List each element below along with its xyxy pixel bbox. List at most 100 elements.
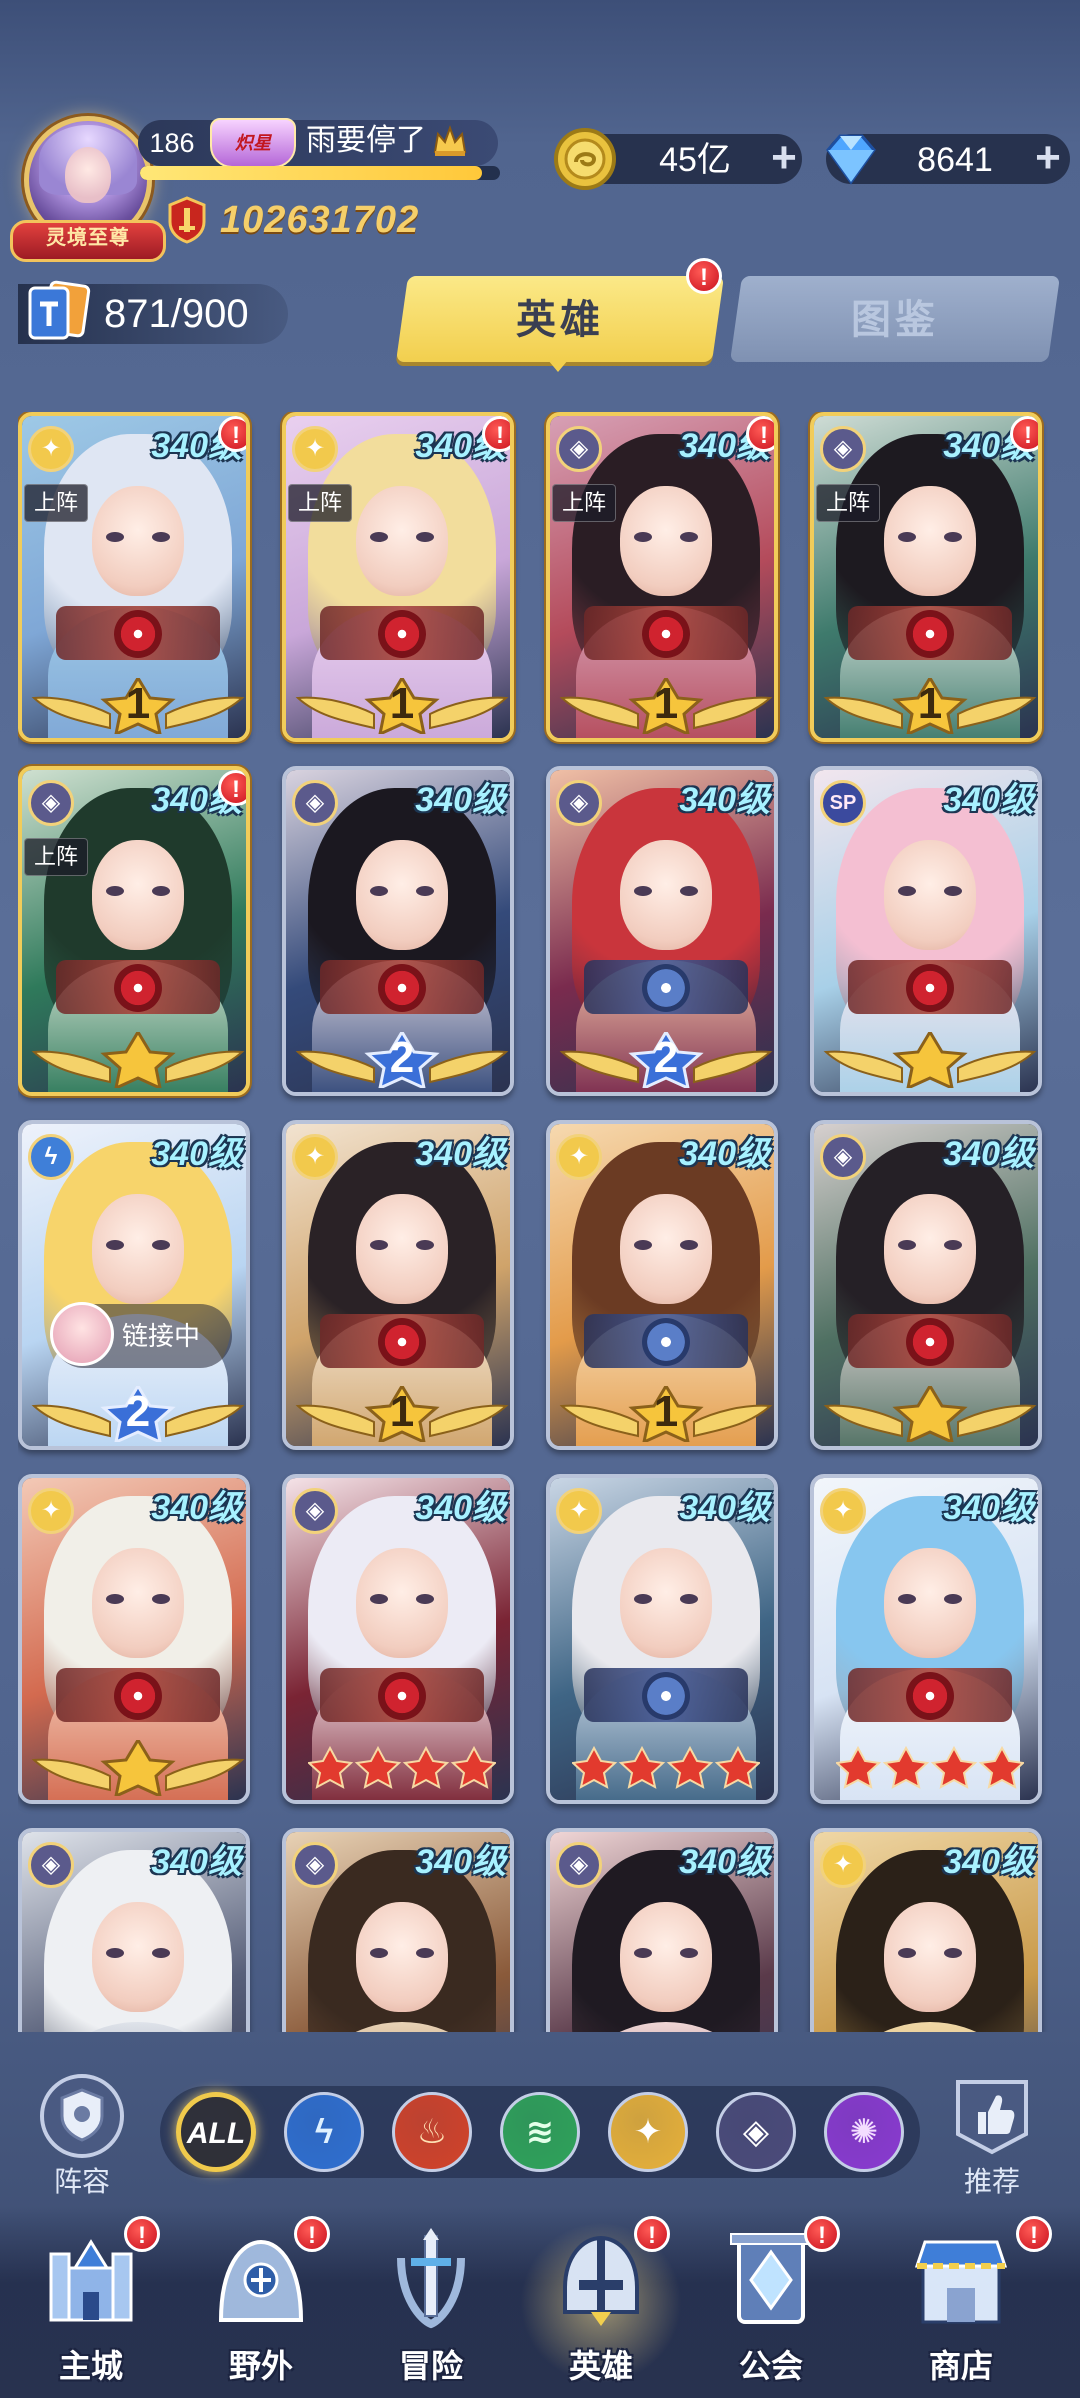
faction-filter-water-icon[interactable]: ϟ	[284, 2092, 364, 2172]
faction-crest-icon	[378, 964, 426, 1012]
star-count: 1	[389, 679, 415, 728]
red-star-icon	[882, 1746, 930, 1789]
faction-crest-icon	[378, 1672, 426, 1720]
hero-grid: ✦ 340级 上阵 1! ✦ 340级 上阵 1! ◈ 340级 上阵 1! ◈ 340级 上阵 1! ◈ 340…	[18, 412, 1062, 2032]
water-element-icon: ϟ	[28, 1134, 74, 1180]
player-level: 186	[149, 128, 195, 158]
hero-level: 340级	[679, 781, 770, 819]
hero-card[interactable]: ◈ 340级	[546, 1828, 778, 2032]
faction-crest-icon	[906, 610, 954, 658]
nav-guild[interactable]: 公会!	[696, 2216, 846, 2398]
hero-card[interactable]: ϟ 340级 链接中 2	[18, 1120, 250, 1450]
red-star-icon	[666, 1746, 714, 1789]
hero-card[interactable]: ◈ 340级	[282, 1828, 514, 2032]
nav-castle[interactable]: 主城!	[16, 2216, 166, 2398]
star-wings-icon	[31, 1032, 245, 1088]
faction-crest-icon	[642, 610, 690, 658]
star-count: 2	[125, 1387, 151, 1436]
star-count: 2	[653, 1033, 679, 1082]
hero-level: 340级	[415, 1135, 506, 1173]
hero-card[interactable]: ◈ 340级 上阵 1!	[810, 412, 1042, 742]
hero-card[interactable]: ✦ 340级	[810, 1474, 1042, 1804]
hero-level: 340级	[151, 1843, 242, 1881]
faction-crest-icon	[642, 964, 690, 1012]
faction-filter-light-icon[interactable]: ✦	[608, 2092, 688, 2172]
red-star-icon	[354, 1746, 402, 1789]
nav-label: 冒险	[398, 2348, 463, 2384]
faction-filter-void-icon[interactable]: ✺	[824, 2092, 904, 2172]
wilds-icon	[218, 2239, 304, 2322]
light-element-icon: ✦	[28, 426, 74, 472]
red-star-icon	[572, 1746, 618, 1789]
player-title-badge: 灵境至尊	[10, 220, 166, 262]
nav-shop[interactable]: 商店!	[886, 2216, 1052, 2398]
hero-level: 340级	[415, 781, 506, 819]
linked-hero-avatar	[50, 1302, 114, 1366]
faction-crest-icon	[114, 610, 162, 658]
nav-alert-badge: !	[1016, 2216, 1052, 2252]
add-gems-button[interactable]: +	[1026, 136, 1070, 182]
faction-filter-wind-icon[interactable]: ≋	[500, 2092, 580, 2172]
nav-wilds[interactable]: 野外!	[186, 2216, 336, 2398]
lineup-shield-icon[interactable]	[38, 2072, 126, 2160]
hero-card[interactable]: ✦ 340级 上阵 1!	[282, 412, 514, 742]
red-star-rating	[572, 1746, 760, 1789]
hero-level: 340级	[151, 1135, 242, 1173]
deployed-tag: 上阵	[552, 484, 616, 522]
star-count: 2	[389, 1033, 415, 1082]
nav-adventure[interactable]: 冒险	[356, 2228, 506, 2398]
hero-card[interactable]: ◈ 340级	[18, 1828, 250, 2032]
vip-badge[interactable]: 炽星	[210, 118, 296, 168]
dark-element-icon: ◈	[28, 780, 74, 826]
experience-fill	[140, 166, 482, 180]
lineup-label[interactable]: 阵容	[22, 2162, 142, 2202]
red-star-rating	[836, 1746, 1024, 1789]
hero-helmet-icon	[563, 2235, 639, 2326]
nav-label: 商店	[928, 2348, 993, 2384]
nav-label: 主城	[58, 2348, 123, 2384]
red-star-icon	[402, 1746, 450, 1789]
hero-card[interactable]: ✦ 340级 上阵 1!	[18, 412, 250, 742]
faction-crest-icon	[378, 1318, 426, 1366]
star-count: 1	[389, 1387, 415, 1436]
hero-alert-badge: !	[746, 416, 774, 452]
player-name: 雨要停了	[306, 124, 426, 157]
hero-card[interactable]: ✦ 340级	[546, 1474, 778, 1804]
hero-card[interactable]: ◈ 340级	[810, 1120, 1042, 1450]
dark-element-icon: ◈	[292, 1488, 338, 1534]
guild-icon	[730, 2233, 812, 2324]
dark-element-icon: ◈	[556, 1842, 602, 1888]
nav-alert-badge: !	[124, 2216, 160, 2252]
sp-element-icon: SP	[820, 780, 866, 826]
star-count: 1	[653, 1387, 679, 1436]
hero-card[interactable]: ◈ 340级 上阵 1!	[546, 412, 778, 742]
faction-filter-all[interactable]: ALL	[176, 2092, 256, 2172]
hero-card[interactable]: ◈ 340级 2	[546, 766, 778, 1096]
hero-alert-badge: !	[218, 770, 246, 806]
hero-level: 340级	[943, 781, 1034, 819]
deployed-tag: 上阵	[24, 838, 88, 876]
hero-card[interactable]: ◈ 340级	[282, 1474, 514, 1804]
hero-card[interactable]: ✦ 340级 1	[546, 1120, 778, 1450]
shop-icon	[914, 2240, 1008, 2324]
faction-filter-dark-icon[interactable]: ◈	[716, 2092, 796, 2172]
add-gold-button[interactable]: +	[762, 136, 806, 182]
hero-card[interactable]: SP 340级	[810, 766, 1042, 1096]
dark-element-icon: ◈	[556, 426, 602, 472]
player-avatar[interactable]: 灵境至尊	[10, 108, 166, 262]
hero-card[interactable]: ✦ 340级	[18, 1474, 250, 1804]
faction-crest-icon	[906, 1318, 954, 1366]
hero-card[interactable]: ◈ 340级 上阵!	[18, 766, 250, 1096]
recommend-label[interactable]: 推荐	[932, 2162, 1052, 2202]
dark-element-icon: ◈	[292, 780, 338, 826]
red-star-icon	[930, 1746, 978, 1789]
hero-card[interactable]: ◈ 340级 2	[282, 766, 514, 1096]
hero-card[interactable]: ✦ 340级 1	[282, 1120, 514, 1450]
faction-crest-icon	[906, 1672, 954, 1720]
nav-hero-helmet[interactable]: 英雄!	[520, 2216, 682, 2398]
faction-filter-fire-icon[interactable]: ♨	[392, 2092, 472, 2172]
castle-icon	[49, 2239, 133, 2322]
hero-card[interactable]: ✦ 340级	[810, 1828, 1042, 2032]
recommend-thumbs-up-icon[interactable]	[948, 2072, 1036, 2160]
tab-heroes-alert: !	[686, 258, 722, 294]
